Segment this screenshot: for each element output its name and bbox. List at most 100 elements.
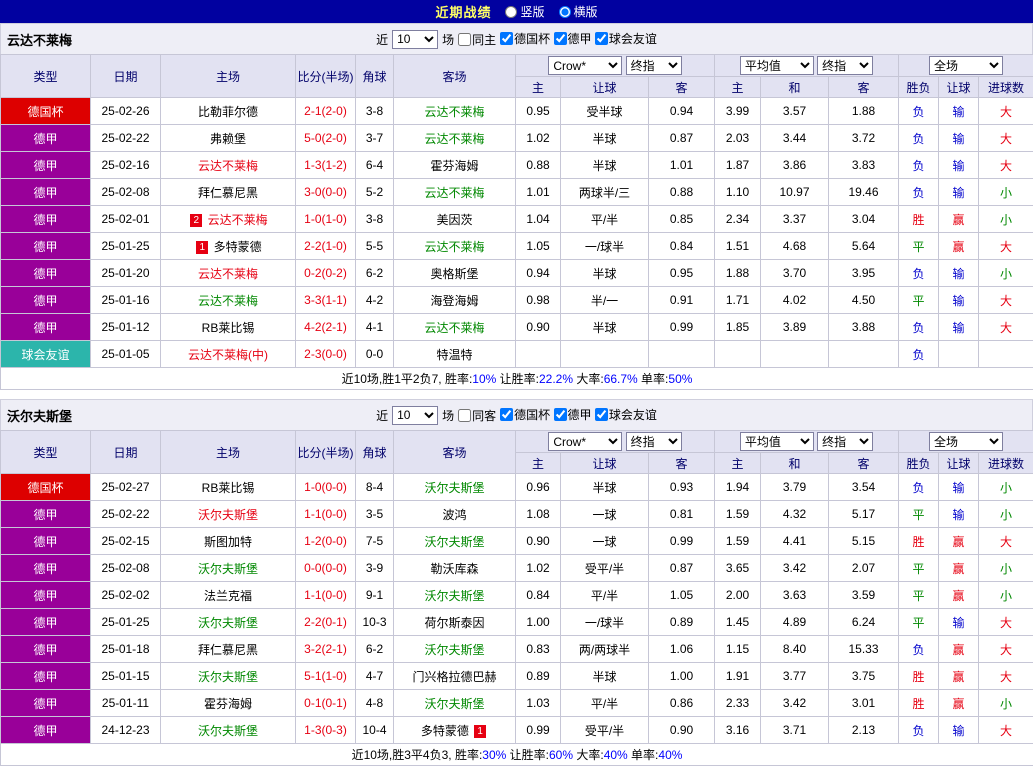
- odds-source-select[interactable]: Crow*: [548, 432, 622, 451]
- competition-filter[interactable]: 德甲: [554, 406, 592, 423]
- home-team-name[interactable]: 法兰克福: [204, 589, 252, 603]
- competition-filter[interactable]: 球会友谊: [595, 406, 657, 423]
- away-team-name[interactable]: 云达不莱梅: [424, 105, 484, 119]
- home-team-name[interactable]: 云达不莱梅(中): [188, 348, 268, 362]
- away-team-name[interactable]: 沃尔夫斯堡: [424, 643, 484, 657]
- match-count-select[interactable]: 10: [392, 30, 438, 49]
- away-team-name[interactable]: 霍芬海姆: [430, 159, 478, 173]
- away-team-cell: 云达不莱梅: [394, 233, 516, 260]
- match-score[interactable]: 0-0(0-0): [296, 555, 356, 582]
- away-team-name[interactable]: 勒沃库森: [430, 562, 478, 576]
- match-score[interactable]: 2-3(0-0): [296, 341, 356, 368]
- same-venue-filter[interactable]: 同客: [458, 407, 496, 424]
- home-team-name[interactable]: 斯图加特: [204, 535, 252, 549]
- match-score[interactable]: 5-1(1-0): [296, 663, 356, 690]
- corner-score: 4-8: [356, 690, 394, 717]
- home-team-name[interactable]: 沃尔夫斯堡: [198, 562, 258, 576]
- competition-checkbox[interactable]: [595, 32, 608, 45]
- home-team-name[interactable]: 霍芬海姆: [204, 697, 252, 711]
- avg-final-select[interactable]: 终指: [817, 432, 873, 451]
- match-score[interactable]: 3-0(0-0): [296, 179, 356, 206]
- odds-final-select[interactable]: 终指: [626, 56, 682, 75]
- match-score[interactable]: 0-2(0-2): [296, 260, 356, 287]
- filter-group: 德国杯 德甲 球会友谊: [500, 406, 657, 424]
- home-team-name[interactable]: 拜仁慕尼黑: [198, 643, 258, 657]
- match-score[interactable]: 5-0(2-0): [296, 125, 356, 152]
- same-venue-checkbox[interactable]: [458, 33, 471, 46]
- away-team-name[interactable]: 波鸿: [442, 508, 466, 522]
- away-team-name[interactable]: 美因茨: [436, 213, 472, 227]
- avg-source-select[interactable]: 平均值: [740, 432, 814, 451]
- away-team-name[interactable]: 多特蒙德: [421, 724, 469, 738]
- match-count-select[interactable]: 10: [392, 406, 438, 425]
- away-team-name[interactable]: 荷尔斯泰因: [424, 616, 484, 630]
- away-team-name[interactable]: 特温特: [436, 348, 472, 362]
- home-team-name[interactable]: 比勒菲尔德: [198, 105, 258, 119]
- competition-checkbox[interactable]: [595, 408, 608, 421]
- match-score[interactable]: 3-3(1-1): [296, 287, 356, 314]
- avg-final-select[interactable]: 终指: [817, 56, 873, 75]
- competition-filter[interactable]: 德国杯: [500, 30, 550, 47]
- home-team-name[interactable]: 云达不莱梅: [198, 159, 258, 173]
- match-score[interactable]: 3-2(2-1): [296, 636, 356, 663]
- sub-header-avg-away: 客: [829, 453, 899, 474]
- match-row: 德甲 25-02-16 云达不莱梅 1-3(1-2) 6-4 霍芬海姆 0.88…: [1, 152, 1033, 179]
- odds-source-select[interactable]: Crow*: [548, 56, 622, 75]
- scope-select[interactable]: 全场: [929, 432, 1003, 451]
- competition-filter[interactable]: 球会友谊: [595, 30, 657, 47]
- home-team-name[interactable]: 拜仁慕尼黑: [198, 186, 258, 200]
- match-score[interactable]: 0-1(0-1): [296, 690, 356, 717]
- away-team-name[interactable]: 沃尔夫斯堡: [424, 589, 484, 603]
- competition-filter[interactable]: 德国杯: [500, 406, 550, 423]
- odds-final-select[interactable]: 终指: [626, 432, 682, 451]
- competition-checkbox[interactable]: [500, 32, 513, 45]
- home-team-name[interactable]: RB莱比锡: [202, 321, 255, 335]
- match-score[interactable]: 1-3(0-3): [296, 717, 356, 744]
- home-team-name[interactable]: RB莱比锡: [202, 481, 255, 495]
- competition-checkbox[interactable]: [500, 408, 513, 421]
- match-score[interactable]: 4-2(2-1): [296, 314, 356, 341]
- match-score[interactable]: 1-0(0-0): [296, 474, 356, 501]
- away-team-name[interactable]: 沃尔夫斯堡: [424, 697, 484, 711]
- home-team-name[interactable]: 云达不莱梅: [198, 294, 258, 308]
- vertical-radio[interactable]: [505, 6, 517, 18]
- match-score[interactable]: 1-1(0-0): [296, 582, 356, 609]
- match-score[interactable]: 1-0(1-0): [296, 206, 356, 233]
- competition-checkbox[interactable]: [554, 408, 567, 421]
- match-score[interactable]: 1-1(0-0): [296, 501, 356, 528]
- col-header-away: 客场: [394, 55, 516, 98]
- match-row: 德甲 25-01-25 1 多特蒙德 2-2(1-0) 5-5 云达不莱梅 1.…: [1, 233, 1033, 260]
- home-team-name[interactable]: 弗赖堡: [210, 132, 246, 146]
- match-score[interactable]: 1-3(1-2): [296, 152, 356, 179]
- away-team-name[interactable]: 云达不莱梅: [424, 321, 484, 335]
- corner-score: 6-2: [356, 636, 394, 663]
- away-team-name[interactable]: 云达不莱梅: [424, 240, 484, 254]
- away-team-name[interactable]: 云达不莱梅: [424, 132, 484, 146]
- away-team-name[interactable]: 海登海姆: [430, 294, 478, 308]
- horizontal-radio[interactable]: [559, 6, 571, 18]
- avg-source-select[interactable]: 平均值: [740, 56, 814, 75]
- competition-checkbox[interactable]: [554, 32, 567, 45]
- home-team-name[interactable]: 多特蒙德: [214, 240, 262, 254]
- match-score[interactable]: 2-2(0-1): [296, 609, 356, 636]
- match-score[interactable]: 2-1(2-0): [296, 98, 356, 125]
- layout-horizontal-option[interactable]: 横版: [559, 3, 598, 20]
- same-venue-filter[interactable]: 同主: [458, 31, 496, 48]
- match-score[interactable]: 2-2(1-0): [296, 233, 356, 260]
- away-team-name[interactable]: 沃尔夫斯堡: [424, 481, 484, 495]
- scope-select[interactable]: 全场: [929, 56, 1003, 75]
- home-team-name[interactable]: 沃尔夫斯堡: [198, 670, 258, 684]
- away-team-name[interactable]: 沃尔夫斯堡: [424, 535, 484, 549]
- competition-filter[interactable]: 德甲: [554, 30, 592, 47]
- away-team-name[interactable]: 门兴格拉德巴赫: [412, 670, 496, 684]
- home-team-name[interactable]: 沃尔夫斯堡: [198, 508, 258, 522]
- home-team-name[interactable]: 云达不莱梅: [198, 267, 258, 281]
- home-team-name[interactable]: 沃尔夫斯堡: [198, 616, 258, 630]
- home-team-name[interactable]: 云达不莱梅: [208, 213, 268, 227]
- layout-vertical-option[interactable]: 竖版: [505, 3, 544, 20]
- match-score[interactable]: 1-2(0-0): [296, 528, 356, 555]
- same-venue-checkbox[interactable]: [458, 409, 471, 422]
- away-team-name[interactable]: 奥格斯堡: [430, 267, 478, 281]
- away-team-name[interactable]: 云达不莱梅: [424, 186, 484, 200]
- home-team-name[interactable]: 沃尔夫斯堡: [198, 724, 258, 738]
